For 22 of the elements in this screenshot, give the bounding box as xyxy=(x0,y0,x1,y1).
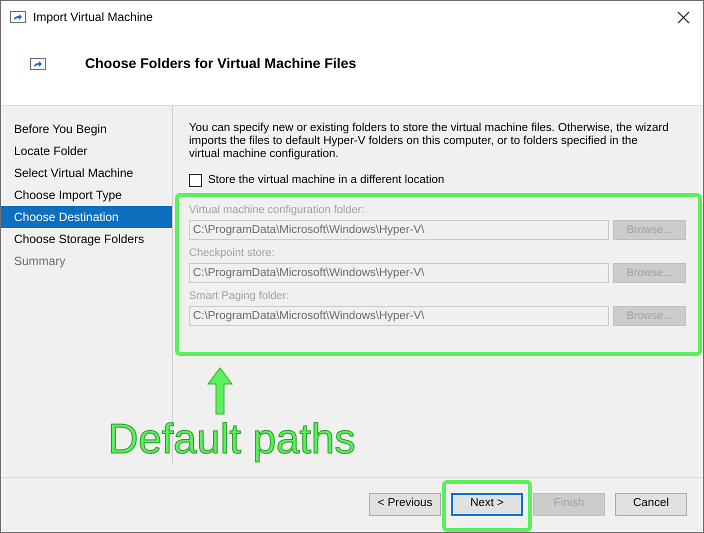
wizard-button[interactable]: Cancel xyxy=(615,492,687,516)
checkbox[interactable] xyxy=(189,174,202,188)
wizard-step[interactable]: Select Virtual Machine xyxy=(1,162,172,184)
app-icon xyxy=(10,11,26,23)
annotation-text: Default paths xyxy=(108,415,356,463)
description-text: You can specify new or existing folders to store the virtual machine files. Otherwise, the wizard imports the files to default Hyper-V folders on this computer, or to folders specified in the virtual machine configuration. xyxy=(189,122,669,161)
wizard-step[interactable]: Choose Storage Folders xyxy=(1,228,172,250)
close-icon xyxy=(676,10,690,24)
up-arrow-icon xyxy=(206,367,234,415)
window-title: Import Virtual Machine xyxy=(33,9,153,26)
field-label: Smart Paging folder: xyxy=(189,289,290,304)
checkbox-label: Store the virtual machine in a different location xyxy=(208,173,444,188)
page-heading: Choose Folders for Virtual Machine Files xyxy=(85,54,356,73)
wizard-button[interactable]: < Previous xyxy=(369,492,441,516)
wizard-step[interactable]: Choose Destination xyxy=(1,206,172,228)
wizard-icon xyxy=(30,58,46,70)
wizard-step[interactable]: Locate Folder xyxy=(1,140,172,162)
field-label: Virtual machine configuration folder: xyxy=(189,203,366,218)
wizard-button[interactable]: Next > xyxy=(451,492,523,516)
field-label: Checkpoint store: xyxy=(189,246,276,260)
wizard-step[interactable]: Choose Import Type xyxy=(1,184,172,206)
wizard-step[interactable]: Before You Begin xyxy=(1,118,172,140)
